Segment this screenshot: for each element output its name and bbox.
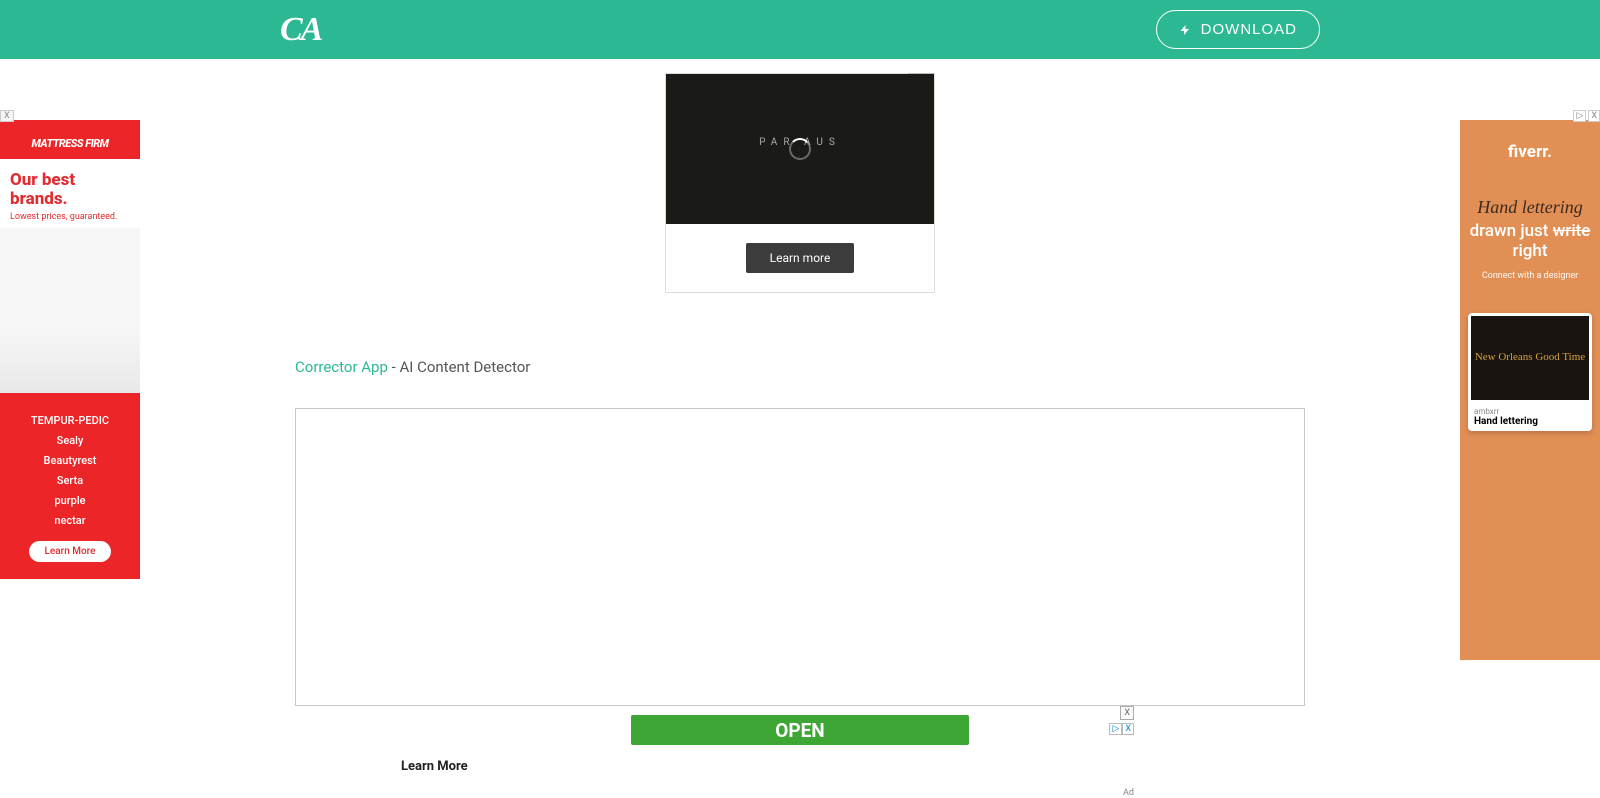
brand-item: nectar [0,514,140,527]
download-button[interactable]: DOWNLOAD [1156,10,1320,49]
ad-card-art-text: New Orleans Good Time [1475,351,1585,364]
ad-card-user: ambxrr [1474,407,1586,416]
ad-image [0,228,140,393]
brand-item: Beautyrest [0,454,140,467]
breadcrumb: Corrector App - AI Content Detector [295,358,1305,376]
loading-spinner-icon [789,138,811,160]
ad-subhead: drawn just write right [1460,221,1600,261]
breadcrumb-current: - AI Content Detector [388,358,530,376]
ad-close-button[interactable]: X [1588,110,1600,122]
ad-info-close[interactable]: ▷ X [1573,110,1600,122]
ad-text-strike: write [1553,221,1591,241]
top-ad[interactable]: ▷ X PAR AUS · Learn more [665,73,935,293]
ad-card-image: New Orleans Good Time [1468,313,1592,403]
brand-item: TEMPUR-PEDIC [0,414,140,427]
ad-text: right [1512,241,1547,261]
brand-item: Serta [0,474,140,487]
ad-cta-text: Connect with a designer [1460,271,1600,281]
ad-card-meta: ambxrr Hand lettering [1468,403,1592,431]
logo[interactable]: CA [280,11,321,49]
ad-open-button[interactable]: OPEN [631,715,969,745]
ad-brand-banner: MATTRESS FIRM [0,120,140,159]
download-label: DOWNLOAD [1201,21,1297,38]
ad-info-icon[interactable]: ▷ [1109,723,1122,735]
ad-card[interactable]: New Orleans Good Time ambxrr Hand letter… [1468,313,1592,431]
ad-info-icon[interactable]: ▷ [1573,110,1586,122]
ad-close-button[interactable]: X [0,110,14,122]
right-sidebar-ad[interactable]: ▷ X fiverr. Hand lettering drawn just wr… [1460,120,1600,660]
ad-brands: TEMPUR-PEDIC Sealy Beautyrest Serta purp… [0,393,140,579]
bottom-ad[interactable]: X ▷ X OPEN Learn More Ad [473,715,1127,774]
ad-cta-button[interactable]: Learn More [29,541,112,562]
ad-cta-area: Learn more [666,224,934,292]
brand-item: purple [0,494,140,507]
content-textarea[interactable] [295,408,1305,706]
ad-learn-more[interactable]: Learn More [401,759,1127,774]
ad-close-button[interactable]: X [1120,706,1134,720]
ad-card-label: Hand lettering [1474,416,1586,427]
ad-video[interactable]: PAR AUS · [666,74,934,224]
breadcrumb-link[interactable]: Corrector App [295,358,388,376]
ad-brand-text: MATTRESS FIRM [31,138,108,150]
brand-item: Sealy [0,434,140,447]
ad-subline: Lowest prices, guaranteed. [10,212,130,222]
ad-headline: Our best brands. [10,171,130,208]
fiverr-logo: fiverr. [1460,142,1600,162]
ad-copy: Our best brands. Lowest prices, guarante… [0,159,140,228]
header: CA DOWNLOAD [0,0,1600,59]
main-content: ▷ X PAR AUS · Learn more Corrector App -… [295,59,1305,706]
ad-info-close[interactable]: ▷ X [1109,723,1134,735]
ad-close-x[interactable]: X [1122,723,1134,735]
ad-cta-button[interactable]: Learn more [746,243,855,273]
ad-text: drawn just [1470,221,1553,241]
ad-headline: Hand lettering [1460,197,1600,219]
lightning-icon [1179,23,1191,37]
left-sidebar-ad[interactable]: X MATTRESS FIRM Our best brands. Lowest … [0,120,140,660]
